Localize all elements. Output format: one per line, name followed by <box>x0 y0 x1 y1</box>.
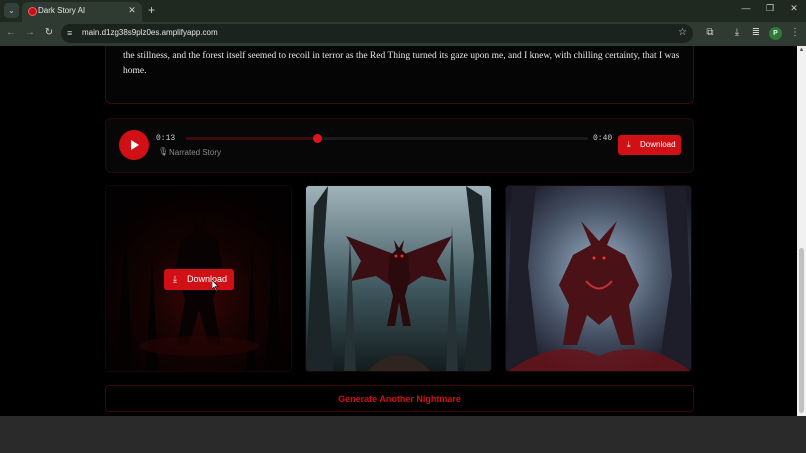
new-tab-button[interactable]: + <box>148 3 155 17</box>
microphone-icon: 🎙 <box>158 147 169 156</box>
browser-tab-strip: ⌄ Dark Story AI ✕ + — ❐ ✕ <box>0 0 806 22</box>
gallery-image-2[interactable] <box>305 185 492 372</box>
audio-download-button[interactable]: ⤓ Download <box>618 135 681 155</box>
story-text: the stillness, and the forest itself see… <box>123 51 680 76</box>
generate-another-button[interactable]: Generate Another Nightmare <box>105 385 694 412</box>
browser-tab[interactable]: Dark Story AI ✕ <box>22 2 142 22</box>
media-controls-icon[interactable]: ≣ <box>749 27 763 38</box>
audio-player: 0:13 0:40 🎙 Narrated Story ⤓ Download <box>105 118 694 173</box>
address-bar[interactable]: ≡ main.d1zg38s9plz0es.amplifyapp.com ☆ <box>61 24 693 43</box>
image-download-button[interactable]: ⤓ Download <box>164 269 234 290</box>
download-icon: ⤓ <box>627 140 631 149</box>
extensions-icon[interactable]: ⧉ <box>703 27 717 38</box>
tab-title: Dark Story AI <box>38 6 86 15</box>
gallery-image-3[interactable] <box>505 185 692 372</box>
play-button[interactable] <box>119 130 149 160</box>
favicon-icon <box>28 7 37 16</box>
profile-avatar[interactable]: P <box>769 27 782 40</box>
audio-progress-track[interactable] <box>186 134 588 143</box>
generate-another-label: Generate Another Nightmare <box>338 394 461 404</box>
forward-button[interactable]: → <box>23 27 37 38</box>
total-time: 0:40 <box>593 134 613 143</box>
minimize-button[interactable]: — <box>736 3 756 13</box>
browser-menu-icon[interactable]: ⋮ <box>788 27 802 38</box>
image-gallery: ⤓ Download <box>105 185 694 375</box>
scrollbar-thumb[interactable] <box>799 248 804 413</box>
winged-demon-image <box>306 186 491 371</box>
image-download-label: Download <box>187 274 228 284</box>
bookmark-star-icon[interactable]: ☆ <box>678 27 687 38</box>
audio-progress-thumb[interactable] <box>312 134 322 143</box>
audio-download-label: Download <box>640 140 676 149</box>
audio-progress-fill <box>186 137 317 140</box>
mouse-pointer-icon <box>212 280 219 291</box>
current-time: 0:13 <box>156 134 176 143</box>
audio-label: Narrated Story <box>169 148 222 157</box>
story-card: the stillness, and the forest itself see… <box>105 46 694 104</box>
reload-button[interactable]: ↻ <box>42 27 56 38</box>
downloads-icon[interactable]: ⤓ <box>730 27 744 38</box>
scroll-up-arrow-icon[interactable]: ▲ <box>797 47 806 53</box>
back-button[interactable]: ← <box>4 27 18 38</box>
close-window-button[interactable]: ✕ <box>784 3 804 14</box>
gallery-image-1[interactable]: ⤓ Download <box>105 185 292 372</box>
restore-button[interactable]: ❐ <box>760 3 780 14</box>
page-bottom-area <box>0 416 806 453</box>
page-scrollbar[interactable]: ▲ <box>797 46 806 416</box>
download-icon: ⤓ <box>173 274 177 284</box>
tab-close-icon[interactable]: ✕ <box>126 5 138 16</box>
horned-beast-image <box>506 186 691 371</box>
play-icon <box>131 140 139 150</box>
url-text[interactable]: main.d1zg38s9plz0es.amplifyapp.com <box>82 28 218 37</box>
browser-toolbar: ← → ↻ ≡ main.d1zg38s9plz0es.amplifyapp.c… <box>0 22 806 46</box>
site-info-icon[interactable]: ≡ <box>67 28 72 38</box>
page-content: the stillness, and the forest itself see… <box>0 46 797 416</box>
tab-search-button[interactable]: ⌄ <box>4 3 19 18</box>
